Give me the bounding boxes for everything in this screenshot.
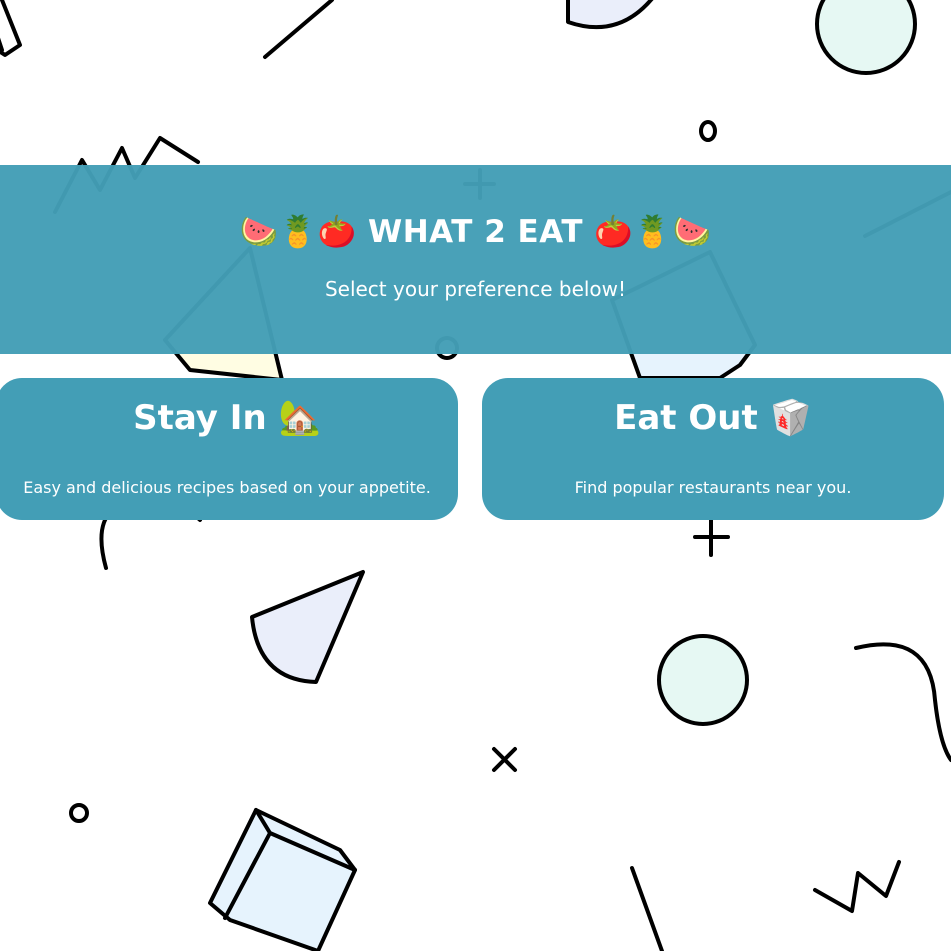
stay-in-description: Easy and delicious recipes based on your… <box>23 478 431 497</box>
bg-zigzag <box>813 860 901 913</box>
eat-out-description: Find popular restaurants near you. <box>574 478 852 497</box>
bg-cone <box>250 570 365 684</box>
stay-in-title: Stay In 🏡 <box>0 398 458 438</box>
bg-semicircle <box>566 0 654 30</box>
takeout-box-icon: 🥡 <box>769 398 812 438</box>
bg-circle <box>657 634 749 726</box>
eat-out-title: Eat Out 🥡 <box>482 398 944 438</box>
house-icon: 🏡 <box>278 398 321 438</box>
stay-in-card[interactable]: Stay In 🏡 Easy and delicious recipes bas… <box>0 378 458 520</box>
bg-ring <box>69 803 89 823</box>
app-title: 🍉🍍🍅 WHAT 2 EAT 🍅🍍🍉 <box>0 213 951 250</box>
bg-plus <box>693 518 730 557</box>
eat-out-card[interactable]: Eat Out 🥡 Find popular restaurants near … <box>482 378 944 520</box>
fruit-emoji-right: 🍅🍍🍉 <box>594 214 712 250</box>
bg-line <box>263 0 334 59</box>
bg-ring <box>699 120 717 142</box>
bg-x <box>492 747 517 772</box>
bg-circle <box>815 0 917 75</box>
header-banner: 🍉🍍🍅 WHAT 2 EAT 🍅🍍🍉 Select your preferenc… <box>0 165 951 354</box>
subtitle: Select your preference below! <box>324 277 627 301</box>
app-title-text: WHAT 2 EAT <box>368 214 583 250</box>
eat-out-label: Eat Out <box>614 398 758 438</box>
stay-in-label: Stay In <box>133 398 267 438</box>
bg-cube <box>208 808 357 951</box>
fruit-emoji-left: 🍉🍍🍅 <box>239 214 357 250</box>
bg-curve <box>854 642 951 762</box>
page: 🍉🍍🍅 WHAT 2 EAT 🍅🍍🍉 Select your preferenc… <box>0 0 951 951</box>
bg-line <box>630 866 664 951</box>
